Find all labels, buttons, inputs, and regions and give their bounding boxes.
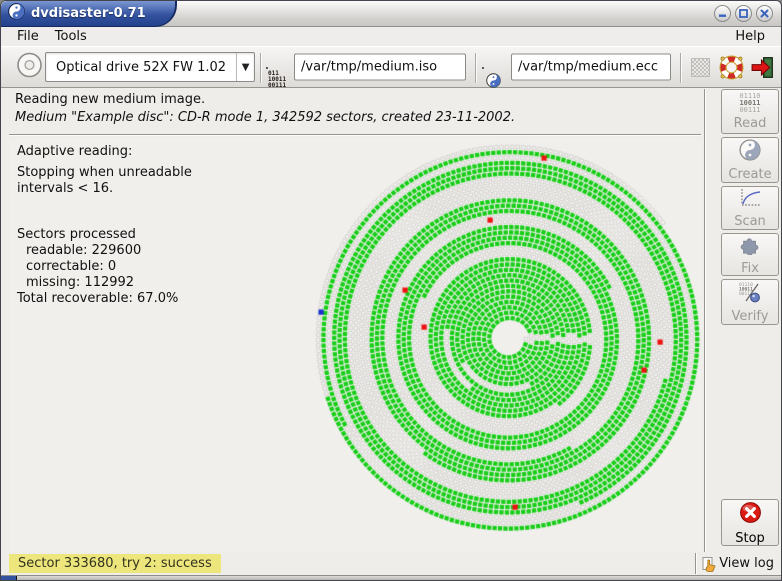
verify-button[interactable]: 01110 10011 00111 Verify bbox=[721, 279, 779, 325]
stop-button[interactable]: Stop bbox=[721, 499, 779, 546]
title-bar: dvdisaster-0.71 bbox=[1, 1, 781, 27]
viewlog-separator bbox=[695, 553, 697, 574]
status-message: Sector 333680, try 2: success bbox=[9, 554, 221, 573]
curve-icon bbox=[738, 188, 762, 212]
preferences-icon bbox=[690, 57, 710, 77]
yinyang-icon bbox=[739, 138, 761, 165]
toolbar-separator bbox=[475, 53, 477, 83]
menu-tools[interactable]: Tools bbox=[47, 28, 95, 45]
reading-stats: Adaptive reading: Stopping when unreadab… bbox=[17, 144, 192, 307]
stopping-rule-line1: Stopping when unreadable bbox=[17, 165, 192, 180]
menu-help[interactable]: Help bbox=[727, 28, 773, 45]
iso-path-field[interactable] bbox=[294, 53, 466, 81]
status-headline: Reading new medium image. bbox=[15, 92, 206, 107]
maximize-button[interactable] bbox=[735, 5, 752, 22]
puzzle-icon bbox=[739, 233, 761, 259]
create-button[interactable]: Create bbox=[721, 137, 779, 183]
window-bottom-edge bbox=[1, 575, 781, 580]
preferences-button-disabled bbox=[686, 53, 714, 81]
optical-disc-icon bbox=[16, 52, 43, 83]
minimize-button[interactable] bbox=[714, 5, 731, 22]
header-separator bbox=[9, 134, 701, 136]
readable-count: readable: 229600 bbox=[26, 243, 142, 258]
scan-button[interactable]: Scan bbox=[721, 186, 779, 230]
app-window: dvdisaster-0.71 File Tools Help Optical … bbox=[0, 0, 782, 581]
quit-button[interactable] bbox=[748, 53, 776, 81]
title-tab: dvdisaster-0.71 bbox=[1, 1, 177, 27]
toolbar-separator bbox=[680, 53, 682, 83]
binary-icon: 01110 10011 00111 bbox=[739, 91, 761, 114]
correctable-count: correctable: 0 bbox=[26, 259, 117, 274]
view-log-button[interactable]: View log bbox=[698, 553, 777, 574]
toolbar: Optical drive 52X FW 1.02 ▼ 011 10011 0011… bbox=[1, 46, 781, 89]
menu-file[interactable]: File bbox=[9, 28, 47, 45]
toolbar-separator bbox=[260, 53, 262, 83]
app-yinyang-icon bbox=[8, 3, 25, 24]
stopping-rule-line2: intervals < 16. bbox=[17, 181, 114, 196]
ecc-path-field[interactable] bbox=[511, 53, 671, 81]
window-title: dvdisaster-0.71 bbox=[31, 6, 146, 21]
chevron-down-icon[interactable]: ▼ bbox=[236, 53, 254, 81]
log-hand-icon bbox=[702, 556, 716, 572]
total-recoverable: Total recoverable: 67.0% bbox=[17, 291, 179, 306]
menu-bar: File Tools Help bbox=[1, 27, 781, 46]
stop-icon bbox=[738, 500, 763, 529]
missing-count: missing: 112992 bbox=[26, 275, 135, 290]
status-bar: Sector 333680, try 2: success View log bbox=[1, 552, 781, 575]
window-corner-grip[interactable] bbox=[1, 576, 17, 580]
read-button[interactable]: 01110 10011 00111 Read bbox=[721, 89, 779, 134]
drive-selector[interactable]: Optical drive 52X FW 1.02 ▼ bbox=[45, 52, 255, 82]
close-button[interactable] bbox=[756, 5, 773, 22]
drive-selector-value: Optical drive 52X FW 1.02 bbox=[56, 59, 227, 75]
medium-info: Medium "Example disc": CD-R mode 1, 3425… bbox=[15, 110, 516, 125]
lifebuoy-icon bbox=[719, 55, 743, 79]
sidebar-separator bbox=[704, 89, 706, 552]
fix-button[interactable]: Fix bbox=[721, 233, 779, 276]
checksum-icon: 01110 10011 00111 bbox=[738, 281, 762, 307]
sectors-processed-title: Sectors processed bbox=[17, 227, 136, 242]
reading-mode-label: Adaptive reading: bbox=[17, 144, 133, 159]
help-button[interactable] bbox=[717, 53, 745, 81]
exit-door-icon bbox=[751, 56, 773, 78]
